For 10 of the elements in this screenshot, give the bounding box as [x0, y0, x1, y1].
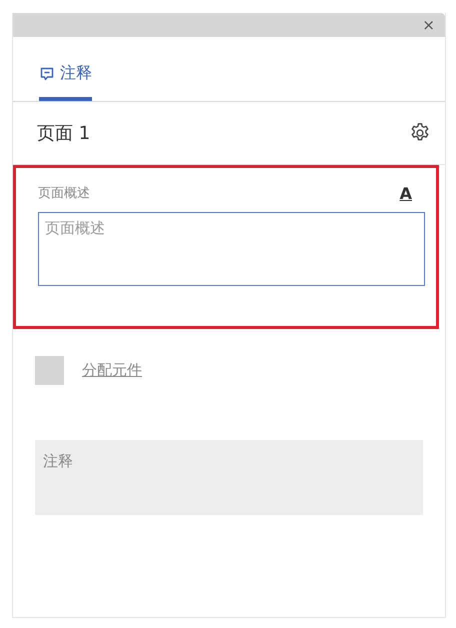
checkbox[interactable] [35, 356, 64, 384]
description-field[interactable]: 页面概述 [38, 212, 425, 286]
description-label: 页面概述 [38, 185, 90, 202]
notes-field[interactable]: 注释 [35, 440, 423, 515]
assign-link[interactable]: 分配元件 [82, 360, 142, 380]
page-title: 页面 1 [37, 122, 90, 145]
text-format-button[interactable]: A [400, 184, 422, 202]
notes-tab[interactable]: 注释 [39, 63, 92, 101]
close-button[interactable]: × [412, 14, 445, 36]
comment-icon [39, 66, 55, 82]
